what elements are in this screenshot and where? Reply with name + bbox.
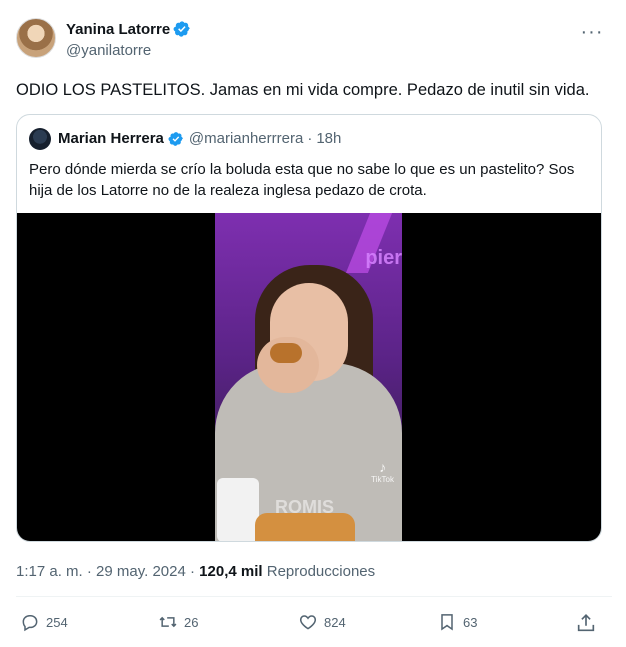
views-label: Reproducciones bbox=[266, 563, 376, 580]
reply-button[interactable]: 254 bbox=[20, 612, 68, 632]
tweet-time[interactable]: 1:17 a. m. bbox=[16, 563, 83, 580]
repost-count: 26 bbox=[184, 614, 199, 630]
author-handle[interactable]: @yanilatorre bbox=[66, 42, 151, 59]
tweet-date[interactable]: 29 may. 2024 bbox=[96, 563, 186, 580]
bookmark-icon bbox=[441, 614, 453, 631]
tweet: Yanina Latorre @yanilatorre ··· ODIO LOS… bbox=[0, 0, 626, 647]
reply-icon bbox=[22, 615, 38, 632]
quoted-separator: · bbox=[307, 130, 313, 147]
bookmark-button[interactable]: 63 bbox=[437, 612, 477, 632]
quoted-handle[interactable]: @marianherrrera bbox=[189, 130, 303, 147]
cup bbox=[217, 478, 259, 541]
like-count: 824 bbox=[324, 614, 346, 630]
repost-button[interactable]: 26 bbox=[158, 612, 198, 632]
quoted-display-name[interactable]: Marian Herrera bbox=[58, 130, 164, 147]
author-display-name[interactable]: Yanina Latorre bbox=[66, 21, 170, 38]
tiktok-logo: ♪ TikTok bbox=[371, 459, 394, 484]
video-frame: pier ROMIS ♪ TikTok bbox=[215, 213, 402, 541]
quoted-time[interactable]: 18h bbox=[316, 130, 341, 147]
tweet-text: ODIO LOS PASTELITOS. Jamas en mi vida co… bbox=[16, 81, 590, 99]
meta-separator: · bbox=[86, 563, 92, 580]
video-watermark: ROMIS bbox=[275, 497, 335, 517]
author-name-row: Yanina Latorre bbox=[66, 20, 191, 38]
tiktok-label: TikTok bbox=[371, 475, 394, 484]
tiktok-icon: ♪ bbox=[379, 459, 387, 475]
meta-separator: · bbox=[190, 563, 195, 580]
like-button[interactable]: 824 bbox=[298, 612, 346, 632]
views-count: 120,4 mil bbox=[199, 563, 263, 580]
quoted-header: Marian Herrera @marianherrrera · 18h bbox=[58, 130, 341, 147]
reply-count: 254 bbox=[46, 614, 68, 630]
quoted-avatar[interactable] bbox=[29, 128, 51, 150]
quoted-tweet[interactable]: Marian Herrera @marianherrrera · 18h Per… bbox=[16, 114, 602, 542]
verified-badge-icon bbox=[168, 131, 183, 146]
repost-icon bbox=[159, 616, 177, 628]
avatar[interactable] bbox=[16, 18, 56, 58]
verified-badge-icon bbox=[173, 21, 190, 37]
tweet-meta: 1:17 a. m. · 29 may. 2024 · 120,4 mil Re… bbox=[16, 563, 375, 580]
bookmark-count: 63 bbox=[463, 614, 478, 630]
quoted-video[interactable]: pier ROMIS ♪ TikTok bbox=[17, 213, 601, 541]
like-icon bbox=[299, 615, 317, 630]
background-logo: pier bbox=[365, 247, 402, 269]
quoted-text: Pero dónde mierda se crío la boluda esta… bbox=[29, 161, 575, 199]
divider bbox=[16, 596, 612, 597]
pastry bbox=[270, 343, 302, 363]
more-icon[interactable]: ··· bbox=[580, 21, 604, 43]
share-icon[interactable] bbox=[575, 612, 597, 634]
